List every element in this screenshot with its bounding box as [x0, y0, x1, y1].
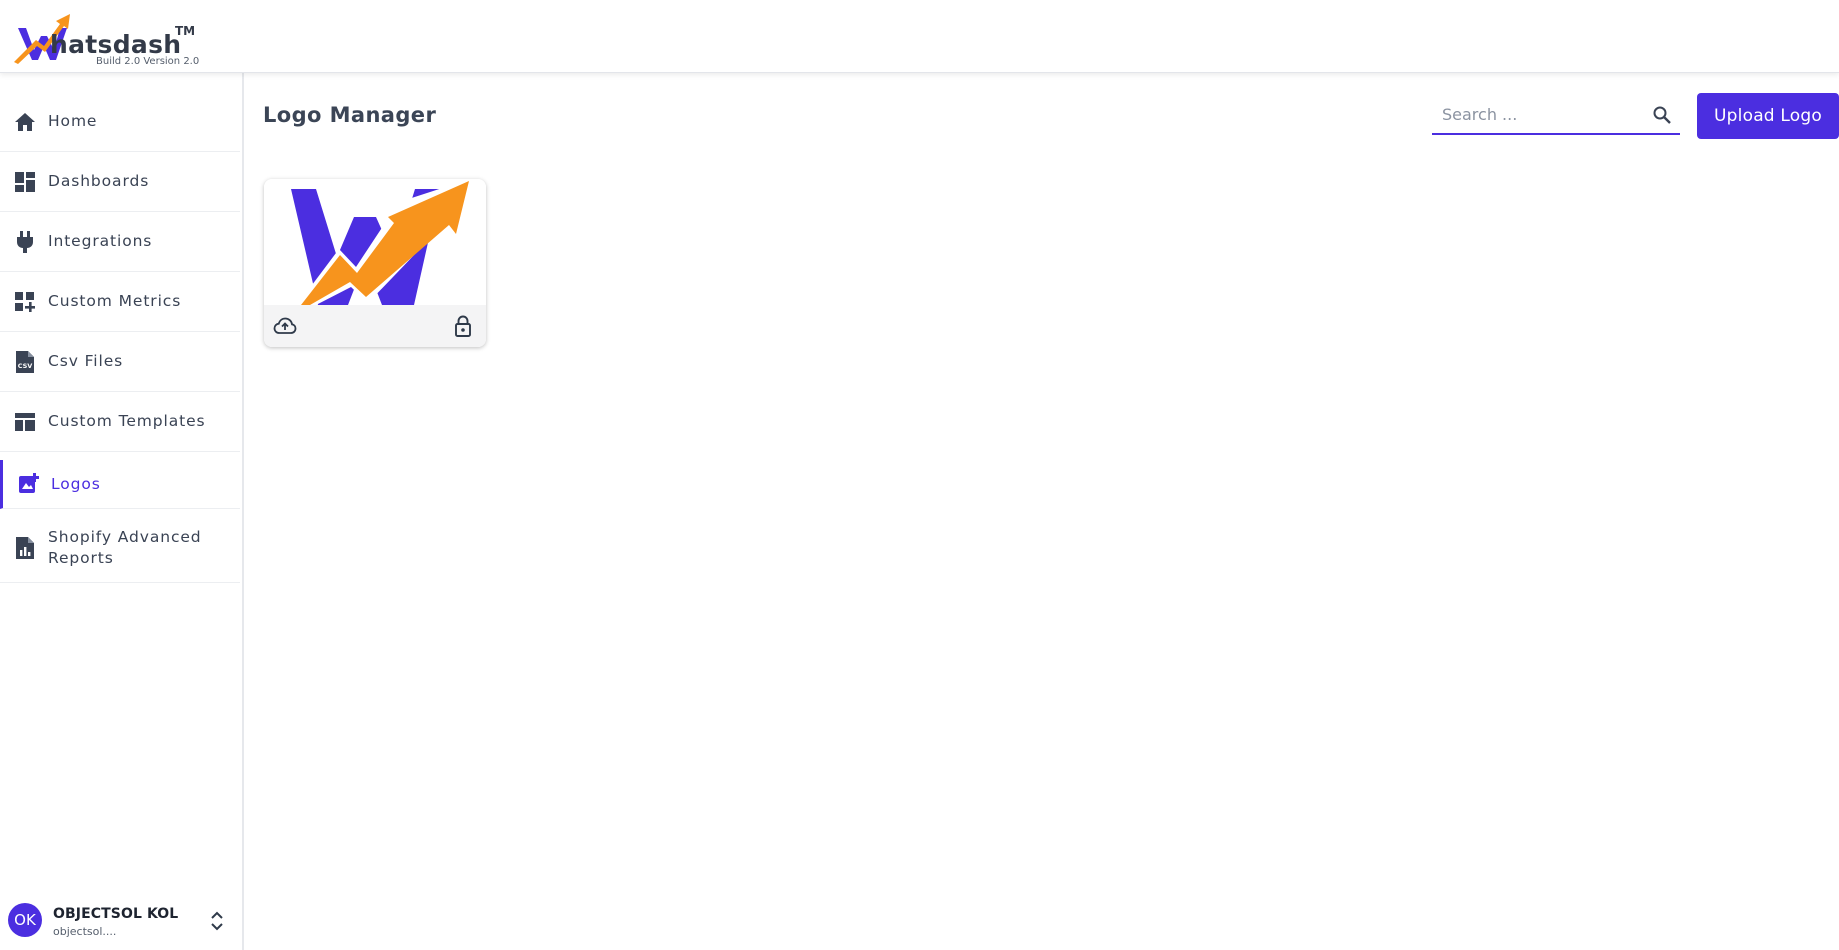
sidebar-item-home[interactable]: Home [0, 92, 240, 152]
sidebar-item-integrations[interactable]: Integrations [0, 212, 240, 272]
svg-text:CSV: CSV [18, 362, 33, 370]
sidebar-item-dashboards[interactable]: Dashboards [0, 152, 240, 212]
build-version: Build 2.0 Version 2.0 [96, 56, 200, 67]
dashboard-icon [13, 170, 37, 194]
search-icon[interactable] [1652, 105, 1672, 125]
sidebar-item-custom-templates[interactable]: Custom Templates [0, 392, 240, 452]
sidebar-item-custom-metrics[interactable]: Custom Metrics [0, 272, 240, 332]
brand-trademark: TM [175, 24, 196, 38]
sidebar-item-label: Home [48, 112, 98, 130]
page-title: Logo Manager [263, 103, 437, 127]
plug-icon [13, 230, 37, 254]
search-input[interactable] [1432, 95, 1642, 133]
sidebar-item-label: Custom Templates [48, 412, 206, 430]
unfold-icon[interactable] [208, 910, 226, 932]
logo-card[interactable] [264, 179, 486, 347]
top-bar: hatsdash TM Build 2.0 Version 2.0 [0, 0, 1839, 73]
upload-logo-button[interactable]: Upload Logo [1697, 93, 1839, 139]
home-icon [13, 110, 37, 134]
main-content: Logo Manager Upload Logo [246, 73, 1839, 950]
report-file-icon [13, 536, 37, 560]
user-name: OBJECTSOL KOL [53, 906, 179, 922]
sidebar-item-label: Csv Files [48, 352, 124, 370]
sidebar-item-shopify-advanced-reports[interactable]: Shopify Advanced Reports [0, 513, 240, 583]
cloud-upload-icon[interactable] [273, 314, 297, 338]
add-widget-icon [13, 290, 37, 314]
logo-card-footer [264, 305, 486, 347]
sidebar: Home Dashboards Integrations Custom Metr… [0, 73, 244, 950]
user-menu[interactable]: OK OBJECTSOL KOL objectsol.... [0, 880, 240, 950]
lock-open-icon[interactable] [451, 314, 475, 338]
whatsdash-logo-image [291, 179, 470, 305]
sidebar-item-logos[interactable]: Logos [0, 460, 240, 509]
template-icon [13, 410, 37, 434]
sidebar-item-label: Custom Metrics [48, 292, 182, 310]
search-box [1432, 95, 1680, 135]
brand-logo[interactable]: hatsdash TM Build 2.0 Version 2.0 [14, 12, 204, 70]
sidebar-item-label: Logos [51, 474, 101, 493]
sidebar-item-label: Dashboards [48, 172, 150, 190]
sidebar-item-csv-files[interactable]: CSV Csv Files [0, 332, 240, 392]
csv-file-icon: CSV [13, 350, 37, 374]
sidebar-item-label: Integrations [48, 232, 153, 250]
brand-name: hatsdash [50, 30, 182, 59]
logo-thumbnail[interactable] [264, 179, 486, 305]
user-email: objectsol.... [53, 925, 117, 938]
sidebar-item-label: Shopify Advanced Reports [48, 527, 202, 567]
avatar: OK [8, 903, 42, 937]
logo-image-icon [17, 472, 41, 496]
